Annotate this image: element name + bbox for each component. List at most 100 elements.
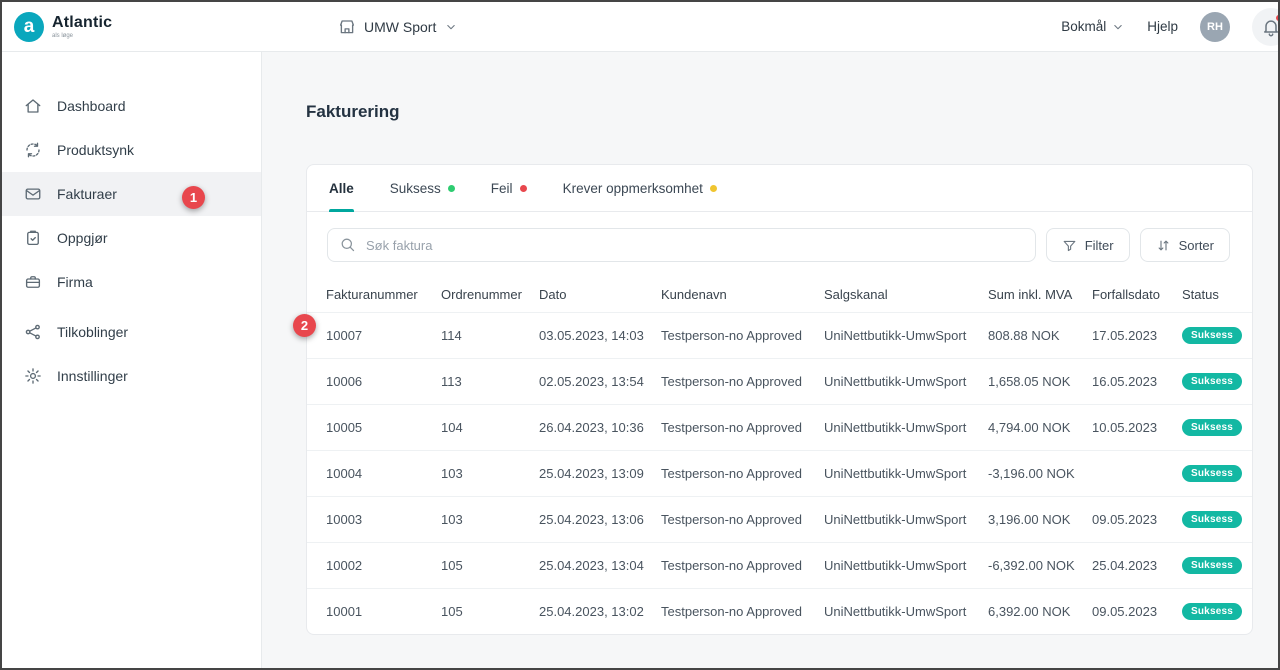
table-cell: 1,658.05 NOK [988, 374, 1092, 389]
connections-icon [24, 323, 42, 341]
table-cell: 10001 [326, 604, 441, 619]
table-cell: 25.04.2023 [1092, 558, 1182, 573]
sidebar-item-label: Dashboard [57, 98, 126, 114]
layout: Dashboard ProduktsynkFakturaer Oppgjør Firm… [2, 52, 1278, 668]
company-icon [24, 273, 42, 291]
status-badge: Suksess [1182, 511, 1242, 528]
table-cell: 02.05.2023, 13:54 [539, 374, 661, 389]
table-cell: 16.05.2023 [1092, 374, 1182, 389]
sidebar-item-firma[interactable]: Firma [2, 260, 261, 304]
table-cell: 6,392.00 NOK [988, 604, 1092, 619]
sidebar-item-label: Oppgjør [57, 230, 108, 246]
table-cell: 25.04.2023, 13:02 [539, 604, 661, 619]
sort-icon [1156, 238, 1171, 253]
table-cell: UniNettbutikk-UmwSport [824, 466, 988, 481]
table-cell: -6,392.00 NOK [988, 558, 1092, 573]
tabs: Alle Suksess Feil Krever oppmerksomhet [307, 165, 1252, 212]
table-cell: Testperson-no Approved [661, 558, 824, 573]
column-header: Salgskanal [824, 287, 988, 302]
table-cell: 105 [441, 604, 539, 619]
table-header-row: FakturanummerOrdrenummerDatoKundenavnSal… [307, 276, 1252, 312]
table-cell: UniNettbutikk-UmwSport [824, 374, 988, 389]
tab-label: Suksess [390, 181, 441, 196]
tab-feil[interactable]: Feil [491, 165, 527, 211]
column-header: Forfallsdato [1092, 287, 1182, 302]
table-row[interactable]: 1000310325.04.2023, 13:06Testperson-no A… [307, 496, 1252, 542]
table-row[interactable]: 1000611302.05.2023, 13:54Testperson-no A… [307, 358, 1252, 404]
column-header: Kundenavn [661, 287, 824, 302]
brand-logo[interactable]: a Atlantic als løge [14, 12, 262, 42]
table-cell: 25.04.2023, 13:09 [539, 466, 661, 481]
avatar[interactable]: RH [1200, 12, 1230, 42]
sidebar-item-tilkoblinger[interactable]: Tilkoblinger [2, 310, 261, 354]
topbar-right: Bokmål Hjelp RH [1061, 8, 1278, 46]
tab-krever-oppmerksomhet[interactable]: Krever oppmerksomhet [563, 165, 717, 211]
sidebar-item-oppgjor[interactable]: Oppgjør [2, 216, 261, 260]
sort-button-label: Sorter [1179, 238, 1214, 253]
status-cell: Suksess [1182, 327, 1252, 344]
language-label: Bokmål [1061, 19, 1106, 34]
column-header: Status [1182, 287, 1252, 302]
table-cell: Testperson-no Approved [661, 512, 824, 527]
table-cell: UniNettbutikk-UmwSport [824, 420, 988, 435]
tab-suksess[interactable]: Suksess [390, 165, 455, 211]
table-cell: 25.04.2023, 13:04 [539, 558, 661, 573]
sidebar-item-fakturaer[interactable]: Fakturaer [2, 172, 261, 216]
table-row[interactable]: 1000711403.05.2023, 14:03Testperson-no A… [307, 312, 1252, 358]
table-row[interactable]: 1000210525.04.2023, 13:04Testperson-no A… [307, 542, 1252, 588]
app-window: a Atlantic als løge UMW Sport Bokmål Hje… [0, 0, 1280, 670]
store-selector-label: UMW Sport [364, 19, 436, 35]
settlement-icon [24, 229, 42, 247]
tab-label: Feil [491, 181, 513, 196]
invoices-card: Alle Suksess Feil Krever oppmerksomhet Filt… [306, 164, 1253, 635]
sync-icon [24, 141, 42, 159]
filter-button-label: Filter [1085, 238, 1114, 253]
language-selector[interactable]: Bokmål [1061, 19, 1125, 34]
table-cell: UniNettbutikk-UmwSport [824, 512, 988, 527]
table-row[interactable]: 1000410325.04.2023, 13:09Testperson-no A… [307, 450, 1252, 496]
status-badge: Suksess [1182, 603, 1242, 620]
tab-label: Alle [329, 181, 354, 196]
sort-button[interactable]: Sorter [1140, 228, 1230, 262]
chevron-down-icon [444, 20, 458, 34]
column-header: Sum inkl. MVA [988, 287, 1092, 302]
toolbar: Filter Sorter [307, 212, 1252, 276]
tab-alle[interactable]: Alle [329, 165, 354, 211]
table-cell: Testperson-no Approved [661, 420, 824, 435]
column-header: Fakturanummer [326, 287, 441, 302]
table-cell: 4,794.00 NOK [988, 420, 1092, 435]
sidebar-item-label: Firma [57, 274, 93, 290]
table-cell: UniNettbutikk-UmwSport [824, 604, 988, 619]
main-content: Fakturering AlleSuksessFeilKrever oppmer… [262, 52, 1278, 668]
table-body: 1000711403.05.2023, 14:03Testperson-no A… [307, 312, 1252, 634]
tab-status-dot [448, 185, 455, 192]
store-selector[interactable]: UMW Sport [338, 18, 458, 36]
sidebar-item-produktsynk[interactable]: Produktsynk [2, 128, 261, 172]
table-cell: UniNettbutikk-UmwSport [824, 328, 988, 343]
avatar-initials: RH [1207, 21, 1223, 33]
search-input[interactable] [327, 228, 1036, 262]
table-cell: 25.04.2023, 13:06 [539, 512, 661, 527]
help-link[interactable]: Hjelp [1147, 19, 1178, 34]
table-cell: 10004 [326, 466, 441, 481]
table-cell: 114 [441, 328, 539, 343]
filter-button[interactable]: Filter [1046, 228, 1130, 262]
table-row[interactable]: 1000510426.04.2023, 10:36Testperson-no A… [307, 404, 1252, 450]
notification-dot [1275, 14, 1280, 22]
search-wrap [327, 228, 1036, 262]
tab-label: Krever oppmerksomhet [563, 181, 703, 196]
sidebar-item-innstillinger[interactable]: Innstillinger [2, 354, 261, 398]
notifications-button[interactable] [1252, 8, 1280, 46]
table-cell: 10007 [326, 328, 441, 343]
sidebar-item-dashboard[interactable]: Dashboard [2, 84, 261, 128]
table-cell: 105 [441, 558, 539, 573]
filter-icon [1062, 238, 1077, 253]
table-cell: 104 [441, 420, 539, 435]
status-badge: Suksess [1182, 465, 1242, 482]
table-cell: 808.88 NOK [988, 328, 1092, 343]
table-cell: 10006 [326, 374, 441, 389]
status-cell: Suksess [1182, 373, 1252, 390]
tab-status-dot [520, 185, 527, 192]
settings-icon [24, 367, 42, 385]
table-row[interactable]: 1000110525.04.2023, 13:02Testperson-no A… [307, 588, 1252, 634]
